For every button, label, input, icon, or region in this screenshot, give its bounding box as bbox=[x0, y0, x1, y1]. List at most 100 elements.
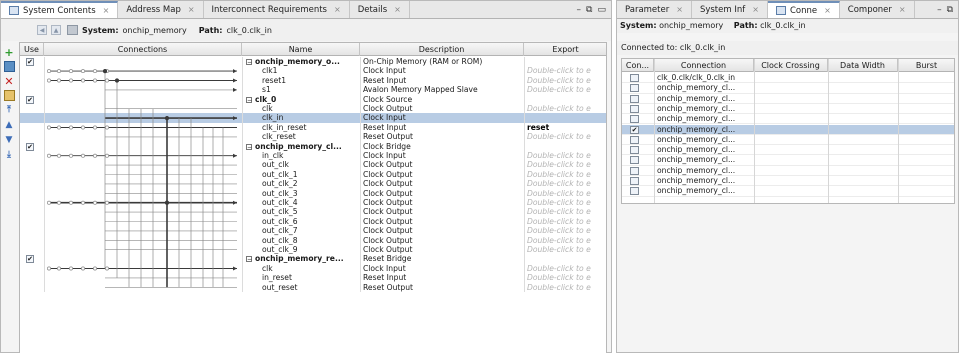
export-cell[interactable]: Double-click to e bbox=[524, 104, 606, 113]
right-tab-3[interactable]: Componer ⨯ bbox=[840, 1, 915, 18]
name-cell[interactable]: out_clk bbox=[242, 160, 360, 169]
nav-up-button[interactable]: ▲ bbox=[51, 25, 61, 35]
connection-node[interactable] bbox=[114, 78, 120, 83]
connection-node[interactable] bbox=[93, 266, 97, 271]
connection-node[interactable] bbox=[81, 200, 85, 205]
name-cell[interactable]: out_clk_1 bbox=[242, 170, 360, 179]
connection-node[interactable] bbox=[93, 78, 97, 83]
left-tab-1[interactable]: Address Map ⨯ bbox=[118, 1, 204, 18]
connection-node[interactable] bbox=[57, 200, 61, 205]
export-cell[interactable]: Double-click to e bbox=[524, 226, 606, 235]
header-connection[interactable]: Connection bbox=[654, 59, 754, 72]
export-cell[interactable]: Double-click to e bbox=[524, 283, 606, 292]
use-checkbox[interactable]: ✔ bbox=[26, 58, 34, 66]
connection-node[interactable] bbox=[81, 266, 85, 271]
header-use[interactable]: Use bbox=[20, 43, 44, 56]
close-icon[interactable]: ⨯ bbox=[394, 5, 401, 14]
name-cell[interactable]: out_clk_6 bbox=[242, 217, 360, 226]
connection-checkbox[interactable] bbox=[630, 115, 639, 124]
name-cell[interactable]: out_clk_2 bbox=[242, 179, 360, 188]
connection-node[interactable] bbox=[102, 68, 108, 74]
use-checkbox[interactable]: ✔ bbox=[26, 255, 34, 264]
export-cell[interactable] bbox=[524, 57, 606, 66]
export-cell[interactable]: Double-click to e bbox=[524, 264, 606, 273]
export-cell[interactable]: reset bbox=[524, 123, 606, 132]
connection-node[interactable] bbox=[81, 153, 85, 158]
name-cell[interactable]: − onchip_memory_re... bbox=[242, 254, 360, 263]
export-cell[interactable]: Double-click to e bbox=[524, 132, 606, 141]
close-icon[interactable]: ⨯ bbox=[824, 6, 831, 15]
connection-node[interactable] bbox=[164, 200, 170, 205]
use-checkbox[interactable]: ✔ bbox=[26, 95, 34, 104]
collapse-icon[interactable]: − bbox=[246, 96, 252, 103]
left-tab-2[interactable]: Interconnect Requirements ⨯ bbox=[204, 1, 350, 18]
connection-node[interactable] bbox=[93, 69, 97, 74]
connection-node[interactable] bbox=[57, 69, 61, 74]
connection-checkbox[interactable] bbox=[630, 166, 639, 175]
close-icon[interactable]: ⨯ bbox=[188, 5, 195, 14]
name-cell[interactable]: in_reset bbox=[242, 273, 360, 282]
export-cell[interactable]: Double-click to e bbox=[524, 236, 606, 245]
export-cell[interactable]: Double-click to e bbox=[524, 66, 606, 75]
connection-row[interactable]: onchip_memory_cl... bbox=[622, 135, 954, 146]
connection-node[interactable] bbox=[57, 266, 61, 271]
connection-row[interactable]: onchip_memory_cl... bbox=[622, 83, 954, 94]
connection-row[interactable]: onchip_memory_cl... bbox=[622, 155, 954, 166]
header-name[interactable]: Name bbox=[242, 43, 360, 56]
name-cell[interactable]: − clk_0 bbox=[242, 95, 360, 104]
close-icon[interactable]: ⨯ bbox=[752, 5, 759, 14]
export-cell[interactable] bbox=[524, 254, 606, 263]
name-cell[interactable]: clk_in_reset bbox=[242, 123, 360, 132]
name-cell[interactable]: out_clk_3 bbox=[242, 189, 360, 198]
connection-node[interactable] bbox=[69, 266, 73, 271]
name-cell[interactable]: out_clk_5 bbox=[242, 207, 360, 216]
name-cell[interactable]: out_clk_4 bbox=[242, 198, 360, 207]
move-down-icon[interactable]: ▼ bbox=[3, 134, 15, 146]
name-cell[interactable]: clk bbox=[242, 264, 360, 273]
connection-node[interactable] bbox=[81, 78, 85, 83]
connection-row[interactable]: onchip_memory_cl... bbox=[622, 166, 954, 176]
header-con[interactable]: Con... bbox=[622, 59, 654, 72]
add-component-icon[interactable]: + bbox=[3, 46, 15, 58]
connection-node[interactable] bbox=[57, 125, 61, 130]
header-burst[interactable]: Burst bbox=[898, 59, 954, 72]
connection-node[interactable] bbox=[69, 125, 73, 130]
header-description[interactable]: Description bbox=[360, 43, 524, 56]
name-cell[interactable]: out_clk_8 bbox=[242, 236, 360, 245]
connection-node[interactable] bbox=[57, 153, 61, 158]
header-data-width[interactable]: Data Width bbox=[828, 59, 898, 72]
close-icon[interactable]: ⨯ bbox=[103, 6, 110, 15]
header-clock-crossing[interactable]: Clock Crossing bbox=[754, 59, 828, 72]
connection-row[interactable]: onchip_memory_cl... bbox=[622, 145, 954, 156]
export-cell[interactable]: Double-click to e bbox=[524, 273, 606, 282]
close-icon[interactable]: ⨯ bbox=[899, 5, 906, 14]
name-cell[interactable]: clk bbox=[242, 104, 360, 113]
connection-row[interactable]: ✔ onchip_memory_cl... bbox=[622, 124, 954, 135]
connection-node[interactable] bbox=[93, 153, 97, 158]
name-cell[interactable]: − onchip_memory_cl... bbox=[242, 142, 360, 151]
collapse-icon[interactable]: − bbox=[246, 59, 252, 66]
connection-node[interactable] bbox=[69, 153, 73, 158]
export-cell[interactable]: Double-click to e bbox=[524, 217, 606, 226]
connection-node[interactable] bbox=[93, 200, 97, 205]
connection-node[interactable] bbox=[69, 69, 73, 74]
name-cell[interactable]: s1 bbox=[242, 85, 360, 94]
connection-checkbox[interactable] bbox=[630, 94, 639, 103]
connection-row[interactable]: onchip_memory_cl... bbox=[622, 186, 954, 197]
export-cell[interactable]: Double-click to e bbox=[524, 85, 606, 94]
export-cell[interactable]: Double-click to e bbox=[524, 179, 606, 188]
component-library-icon[interactable] bbox=[3, 61, 15, 72]
export-cell[interactable]: Double-click to e bbox=[524, 76, 606, 85]
connection-node[interactable] bbox=[47, 200, 51, 205]
connection-node[interactable] bbox=[47, 125, 51, 130]
export-cell[interactable] bbox=[524, 95, 606, 104]
connection-node[interactable] bbox=[105, 153, 109, 158]
move-top-icon[interactable]: ⤒ bbox=[3, 104, 15, 116]
restore-button[interactable]: ⧉ bbox=[947, 5, 953, 15]
connection-node[interactable] bbox=[105, 200, 109, 205]
close-icon[interactable]: ⨯ bbox=[334, 5, 341, 14]
restore-button[interactable]: ⧉ bbox=[586, 5, 592, 15]
left-tab-0[interactable]: System Contents ⨯ bbox=[1, 1, 119, 18]
collapse-icon[interactable]: − bbox=[246, 143, 252, 150]
export-cell[interactable]: Double-click to e bbox=[524, 207, 606, 216]
